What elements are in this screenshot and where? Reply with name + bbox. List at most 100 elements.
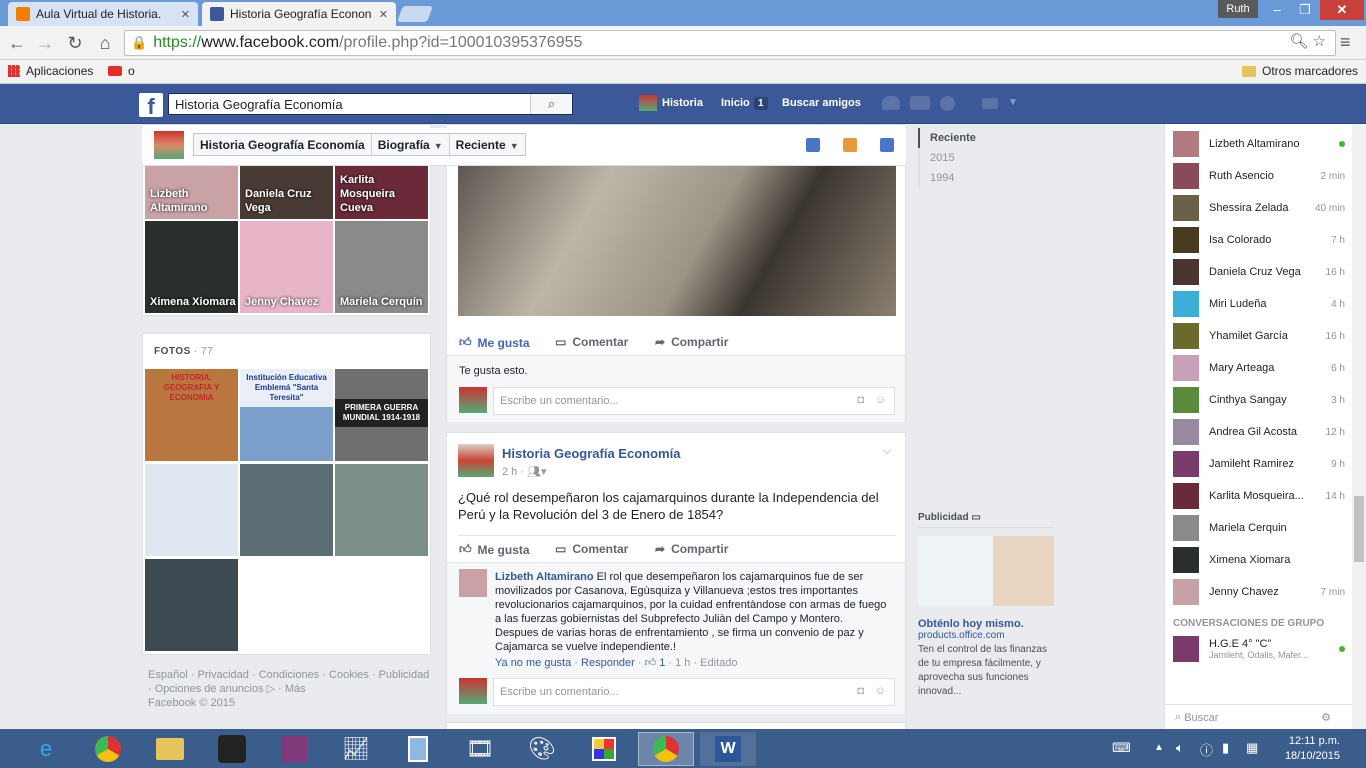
- chat-contact[interactable]: Shessira Zelada 40 min: [1173, 193, 1345, 223]
- internet-explorer-icon[interactable]: e: [26, 732, 66, 766]
- ad-image[interactable]: [918, 536, 1054, 606]
- onenote-icon[interactable]: [274, 732, 314, 766]
- footer-link[interactable]: Publicidad: [379, 669, 430, 681]
- breadcrumb-profile[interactable]: Historia Geografía Economía: [194, 134, 372, 155]
- tab-facebook[interactable]: Historia Geografía Econon ✕: [202, 2, 396, 26]
- photo-tile[interactable]: [335, 464, 428, 556]
- friend-tile[interactable]: Mariela Cerquín: [335, 221, 428, 313]
- commenter-avatar[interactable]: [459, 569, 487, 597]
- chat-contact[interactable]: Daniela Cruz Vega 16 h: [1173, 257, 1345, 287]
- chat-contact[interactable]: Miri Ludeña 4 h: [1173, 289, 1345, 319]
- reply-link[interactable]: Responder: [581, 657, 635, 669]
- emoji-icon[interactable]: ☺: [875, 394, 886, 406]
- address-bar[interactable]: 🔒 https:// www.facebook.com /profile.php…: [124, 30, 1336, 56]
- chat-contact[interactable]: Mary Arteaga 6 h: [1173, 353, 1345, 383]
- bookmark-star-icon[interactable]: 🔍︎ ☆: [1289, 32, 1326, 50]
- page-scrollbar[interactable]: [1352, 124, 1366, 730]
- post-options-chevron-icon[interactable]: ⌵: [883, 445, 891, 458]
- info-icon[interactable]: ⓘ: [1200, 740, 1213, 759]
- facebook-search-input[interactable]: Historia Geografía Economía ⌕: [168, 93, 573, 115]
- footer-link[interactable]: Cookies: [329, 669, 369, 681]
- chat-contact[interactable]: Lizbeth Altamirano: [1173, 129, 1345, 159]
- file-explorer-icon[interactable]: [150, 732, 190, 766]
- share-button[interactable]: ➦ Compartir: [655, 335, 728, 349]
- close-tab-icon[interactable]: ✕: [379, 8, 388, 21]
- comment-button[interactable]: ▭ Comentar: [555, 542, 628, 556]
- footer-link[interactable]: Español: [148, 669, 188, 681]
- gear-icon[interactable]: ⚙: [1321, 711, 1331, 724]
- maximize-button[interactable]: ❐: [1290, 0, 1320, 20]
- minimize-button[interactable]: ‒: [1262, 0, 1292, 20]
- footer-link[interactable]: Condiciones: [259, 669, 320, 681]
- footer-link[interactable]: Privacidad: [198, 669, 249, 681]
- emoji-icon[interactable]: ☺: [875, 685, 886, 697]
- tab-aula-virtual[interactable]: Aula Virtual de Historia. ✕: [8, 2, 198, 26]
- account-menu-icon[interactable]: ▼: [1008, 97, 1018, 108]
- chat-contact[interactable]: Jamileht Ramirez 9 h: [1173, 449, 1345, 479]
- search-icon[interactable]: ⌕: [530, 94, 572, 114]
- friend-tile[interactable]: Lizbeth Altamirano: [145, 165, 238, 219]
- volume-icon[interactable]: 🔈︎: [1176, 740, 1184, 756]
- paint-icon[interactable]: 🎨︎: [522, 732, 562, 766]
- audience-friends-icon[interactable]: 👥︎▾: [527, 466, 547, 478]
- like-button[interactable]: 👍︎ Me gusta: [459, 542, 530, 557]
- profile-thumb[interactable]: [639, 95, 657, 111]
- media-player-icon[interactable]: 🎞︎: [460, 732, 500, 766]
- chat-contact[interactable]: Cinthya Sangay 3 h: [1173, 385, 1345, 415]
- milestone-flag-icon[interactable]: [880, 138, 894, 152]
- photos-heading[interactable]: FOTOS · 77: [154, 346, 213, 357]
- close-tab-icon[interactable]: ✕: [181, 8, 190, 21]
- chat-contact[interactable]: Yhamilet García 16 h: [1173, 321, 1345, 351]
- battery-icon[interactable]: ▮: [1222, 740, 1229, 756]
- photo-tile[interactable]: [145, 464, 238, 556]
- chat-contact[interactable]: Mariela Cerquin: [1173, 513, 1345, 543]
- photo-tile[interactable]: Institución Educativa Emblemá "Santa Ter…: [240, 369, 333, 461]
- unlike-link[interactable]: Ya no me gusta: [495, 657, 571, 669]
- chat-contact[interactable]: Isa Colorado 7 h: [1173, 225, 1345, 255]
- friend-tile[interactable]: Daniela Cruz Vega: [240, 165, 333, 219]
- facebook-logo[interactable]: f: [139, 93, 163, 119]
- show-hidden-icons[interactable]: ▲: [1154, 742, 1164, 753]
- close-window-button[interactable]: ✕: [1320, 0, 1364, 20]
- footer-link[interactable]: Opciones de anuncios: [155, 683, 264, 695]
- group-conversation[interactable]: H.G.E 4° "C" Jamileht, Odalis, Mafer...: [1173, 634, 1345, 664]
- timeline-2015[interactable]: 2015: [918, 148, 1038, 168]
- notifications-globe-icon[interactable]: [940, 96, 955, 111]
- chat-contact[interactable]: Ximena Xiomara: [1173, 545, 1345, 575]
- footer-link[interactable]: Más: [285, 683, 306, 695]
- system-clock[interactable]: 12:11 p.m. 18/10/2015: [1270, 734, 1340, 764]
- photo-tile[interactable]: HISTORIA, GEOGRAFIA Y ECONOMIA: [145, 369, 238, 461]
- photo-tile[interactable]: PRIMERA GUERRA MUNDIAL 1914-1918: [335, 369, 428, 461]
- video-thumbnail[interactable]: [458, 165, 896, 316]
- timeline-1994[interactable]: 1994: [918, 168, 1038, 188]
- friend-tile[interactable]: Ximena Xiomara: [145, 221, 238, 313]
- forward-icon[interactable]: →: [34, 32, 56, 54]
- back-icon[interactable]: ←: [6, 32, 28, 54]
- privacy-lock-icon[interactable]: [982, 98, 998, 109]
- like-button[interactable]: 👍︎ Me gusta: [459, 335, 530, 350]
- edit-icon[interactable]: [806, 138, 820, 152]
- breadcrumb-biografia[interactable]: Biografía ▼: [372, 134, 450, 155]
- nav-home[interactable]: Inicio: [721, 97, 750, 109]
- commenter-name[interactable]: Lizbeth Altamirano: [495, 571, 594, 583]
- camera-icon[interactable]: ◘: [857, 685, 864, 697]
- keyboard-icon[interactable]: ⌨: [1112, 740, 1131, 756]
- word-icon[interactable]: W: [700, 732, 756, 766]
- chrome-active-taskbar-icon[interactable]: [638, 732, 694, 766]
- chat-search-input[interactable]: ⌕ Buscar ⚙: [1165, 704, 1353, 730]
- photo-tile[interactable]: [240, 464, 333, 556]
- friend-requests-icon[interactable]: [882, 96, 900, 110]
- comment-edited[interactable]: Editado: [700, 657, 737, 669]
- home-icon[interactable]: ⌂: [94, 32, 116, 54]
- comment-like-count[interactable]: 1: [659, 657, 665, 669]
- comment-input[interactable]: Escribe un comentario... ◘ ☺: [493, 387, 895, 415]
- profile-picture[interactable]: [154, 131, 184, 159]
- chat-contact[interactable]: Ruth Asencio 2 min: [1173, 161, 1345, 191]
- reload-icon[interactable]: ↻: [64, 32, 86, 54]
- ad-title[interactable]: Obténlo hoy mismo.: [918, 618, 1054, 630]
- chart-app-icon[interactable]: 📈︎: [336, 732, 376, 766]
- chrome-icon[interactable]: [88, 732, 128, 766]
- chrome-menu-icon[interactable]: ≡: [1340, 32, 1351, 53]
- nav-find-friends[interactable]: Buscar amigos: [782, 97, 861, 109]
- youtube-bookmark[interactable]: o: [108, 64, 135, 78]
